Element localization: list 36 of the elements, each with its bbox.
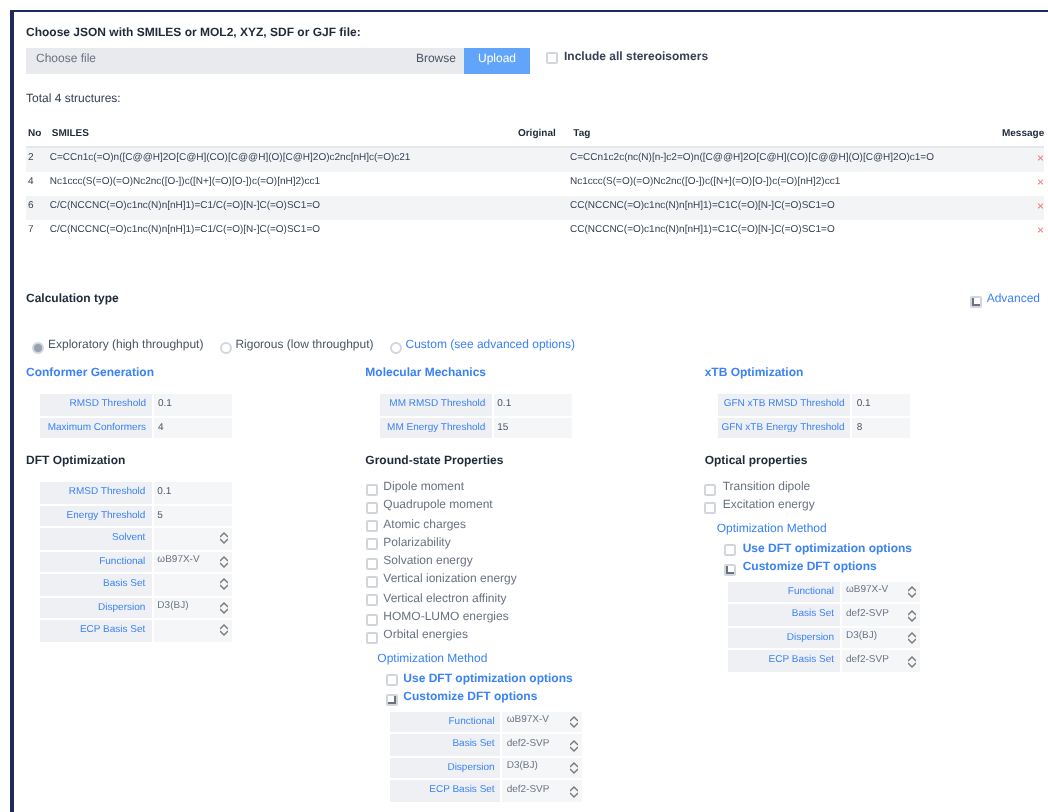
checkbox[interactable]: [724, 544, 737, 557]
caret-icon: [569, 785, 578, 798]
radio-button[interactable]: [32, 341, 44, 353]
caret-icon: [220, 601, 228, 614]
checkbox[interactable]: [365, 501, 378, 514]
select-field[interactable]: [151, 528, 232, 549]
select-field[interactable]: [151, 620, 232, 641]
caret-icon: [220, 578, 228, 591]
caret-icon: [908, 609, 917, 622]
checkbox[interactable]: [365, 557, 378, 570]
checkbox[interactable]: [365, 538, 378, 551]
checkbox[interactable]: [704, 501, 717, 514]
caret-icon: [569, 739, 578, 752]
caret-icon: [220, 555, 228, 568]
checkbox[interactable]: [704, 483, 717, 495]
checkbox[interactable]: [724, 563, 737, 576]
radio-button[interactable]: [219, 341, 232, 353]
checkbox[interactable]: [365, 631, 378, 644]
checkbox[interactable]: [365, 613, 378, 626]
caret-icon: [908, 655, 917, 668]
select-field[interactable]: [151, 574, 232, 595]
checkbox[interactable]: [365, 575, 378, 588]
checkbox[interactable]: [385, 693, 398, 706]
caret-icon: [908, 586, 917, 599]
caret-icon: [220, 624, 228, 637]
caret-icon: [569, 762, 578, 775]
checkbox[interactable]: [365, 520, 378, 533]
checkbox[interactable]: [970, 295, 983, 307]
caret-icon: [569, 716, 578, 729]
checkbox[interactable]: [365, 594, 378, 607]
checkbox[interactable]: [365, 483, 378, 495]
radio-button[interactable]: [389, 341, 402, 353]
checkbox[interactable]: [546, 52, 558, 64]
caret-icon: [220, 532, 228, 545]
checkbox[interactable]: [385, 674, 398, 687]
caret-icon: [908, 632, 917, 645]
